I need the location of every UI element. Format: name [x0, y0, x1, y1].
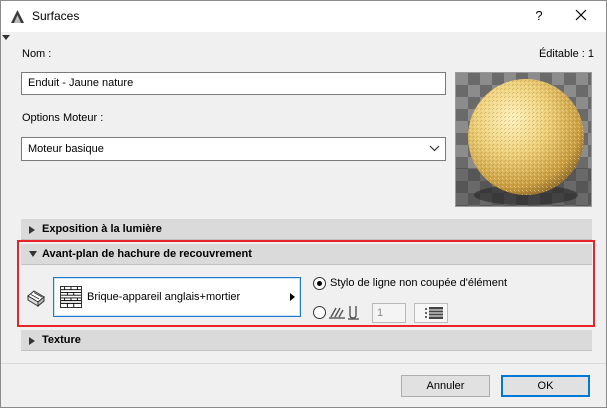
- engine-select[interactable]: Moteur basique: [21, 137, 446, 161]
- cancel-button[interactable]: Annuler: [401, 375, 490, 397]
- panel-exposure-title: Exposition à la lumière: [42, 223, 162, 235]
- engine-select-value: Moteur basique: [28, 143, 104, 155]
- preview-sphere-image: [456, 73, 591, 206]
- panel-texture-title: Texture: [42, 334, 81, 346]
- editable-label: Éditable : 1: [538, 48, 594, 60]
- help-button[interactable]: ?: [525, 5, 553, 27]
- close-button[interactable]: [567, 5, 595, 27]
- window-title: Surfaces: [32, 9, 80, 23]
- surfaces-dialog: Surfaces ? Nom : Éditable : 1 Enduit - J…: [0, 0, 607, 408]
- app-icon: [11, 10, 24, 23]
- panel-texture-header[interactable]: Texture: [21, 330, 592, 351]
- triangle-right-icon: [29, 226, 35, 234]
- chevron-down-icon: [429, 145, 440, 152]
- ok-button[interactable]: OK: [501, 375, 590, 397]
- name-input[interactable]: Enduit - Jaune nature: [21, 72, 446, 95]
- collapse-marker-icon: [2, 35, 10, 40]
- title-bar: Surfaces ?: [1, 1, 606, 32]
- annotation-highlight-box: [17, 240, 595, 327]
- name-label: Nom :: [22, 48, 52, 60]
- footer-divider: [1, 363, 606, 364]
- triangle-right-icon: [29, 337, 35, 345]
- engine-options-label: Options Moteur :: [22, 112, 104, 124]
- panel-exposure-header[interactable]: Exposition à la lumière: [21, 219, 592, 240]
- material-preview: [455, 72, 592, 207]
- close-icon: [575, 9, 587, 21]
